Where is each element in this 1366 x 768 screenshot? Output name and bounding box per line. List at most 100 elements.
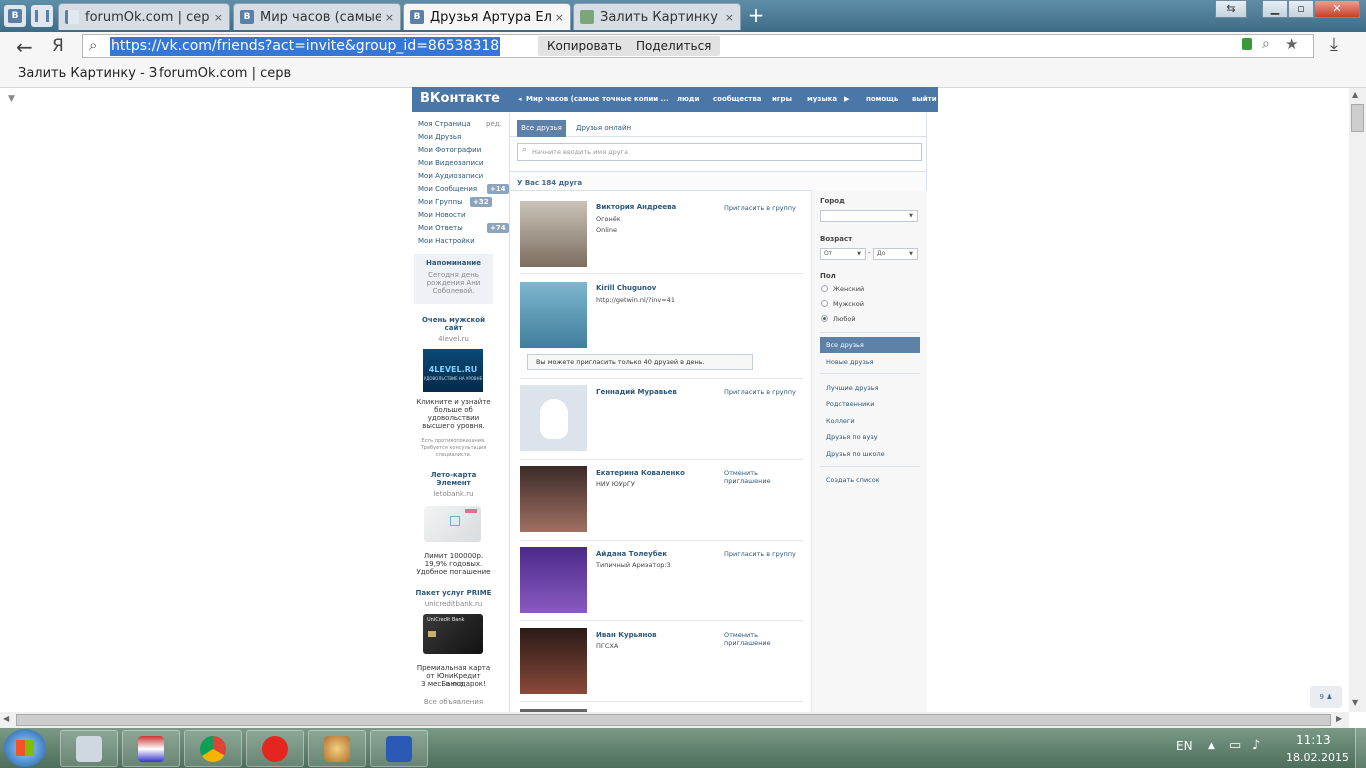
all-ads-link[interactable]: Все объявления bbox=[414, 698, 493, 706]
url-text[interactable]: https://vk.com/friends?act=invite&group_… bbox=[110, 37, 501, 56]
menu-my-settings[interactable]: Мои Настройки bbox=[418, 237, 475, 245]
menu-my-news[interactable]: Мои Новости bbox=[418, 211, 466, 219]
list-relatives[interactable]: Родственники bbox=[826, 400, 874, 408]
menu-my-groups[interactable]: Мои Группы bbox=[418, 198, 463, 206]
new-tab-button[interactable]: + bbox=[746, 5, 766, 26]
list-new-friends[interactable]: Новые друзья bbox=[826, 358, 874, 366]
ad2-banner[interactable] bbox=[424, 506, 481, 542]
ad2-title-2[interactable]: Элемент bbox=[414, 479, 493, 487]
friend-name[interactable]: Иван Курьянов bbox=[596, 631, 657, 639]
tray-expand-icon[interactable]: ▲ bbox=[1208, 741, 1215, 751]
menu-my-messages[interactable]: Мои Сообщения bbox=[418, 185, 477, 193]
friend-name[interactable]: Геннадий Муравьев bbox=[596, 388, 677, 396]
taskbar-word[interactable] bbox=[370, 730, 428, 767]
menu-my-photos[interactable]: Мои Фотографии bbox=[418, 146, 481, 154]
friend-avatar[interactable] bbox=[520, 628, 587, 694]
friend-avatar[interactable] bbox=[520, 201, 587, 267]
scroll-down-icon[interactable]: ▼ bbox=[1352, 698, 1358, 707]
taskbar-chrome[interactable] bbox=[184, 730, 242, 767]
ad3-title[interactable]: Пакет услуг PRIME bbox=[414, 589, 493, 597]
pinned-tab-chart[interactable] bbox=[31, 5, 53, 27]
window-switch-button[interactable]: ⇆ bbox=[1215, 0, 1247, 18]
sex-radio-male[interactable] bbox=[821, 300, 828, 307]
taskbar-paint[interactable] bbox=[308, 730, 366, 767]
clock-date[interactable]: 18.02.2015 bbox=[1286, 751, 1349, 764]
close-icon[interactable]: × bbox=[555, 11, 564, 24]
messages-count-badge[interactable]: +14 bbox=[487, 184, 509, 194]
city-select[interactable]: ▼ bbox=[820, 210, 918, 222]
ad1-domain[interactable]: 4level.ru bbox=[414, 335, 493, 343]
list-best-friends[interactable]: Лучшие друзья bbox=[826, 384, 878, 392]
nav-help[interactable]: помощь bbox=[866, 95, 898, 103]
age-from-select[interactable]: От ▼ bbox=[820, 248, 866, 260]
friend-avatar[interactable] bbox=[520, 547, 587, 613]
vk-logo[interactable]: ВКонтакте bbox=[420, 91, 500, 106]
taskbar-yandex[interactable] bbox=[246, 730, 304, 767]
bookmark-forumok[interactable]: forumOk.com | серв bbox=[159, 66, 291, 81]
ad1-banner[interactable]: 4LEVEL.RU УДОВОЛЬСТВИЕ НА УРОВНЕ bbox=[423, 349, 483, 392]
nav-communities[interactable]: сообщества bbox=[713, 95, 762, 103]
ad2-title-1[interactable]: Лето-карта bbox=[414, 471, 493, 479]
friend-name[interactable]: Kirill Chugunov bbox=[596, 284, 656, 292]
sex-option-male[interactable]: Мужской bbox=[833, 300, 864, 308]
scroll-left-icon[interactable]: ◀ bbox=[3, 714, 9, 723]
play-icon[interactable]: ▸ bbox=[844, 92, 850, 105]
volume-icon[interactable]: ♪ bbox=[1252, 738, 1260, 753]
tab-forumok[interactable]: forumOk.com | серви × bbox=[58, 3, 230, 30]
menu-my-page[interactable]: Моя Страница bbox=[418, 120, 471, 128]
list-colleagues[interactable]: Коллеги bbox=[826, 417, 855, 425]
start-button[interactable] bbox=[4, 729, 46, 767]
cancel-invite-link[interactable]: Отменить приглашение bbox=[724, 631, 774, 647]
close-window-button[interactable]: ✕ bbox=[1314, 0, 1360, 18]
friend-avatar[interactable] bbox=[520, 282, 587, 348]
friend-avatar[interactable] bbox=[520, 385, 587, 451]
invite-to-group-link[interactable]: Пригласить в группу bbox=[724, 204, 796, 212]
friend-name[interactable]: Екатерина Коваленко bbox=[596, 469, 685, 477]
scroll-thumb[interactable] bbox=[1351, 104, 1364, 132]
ad1-title-1[interactable]: Очень мужской bbox=[414, 316, 493, 324]
sex-radio-any[interactable] bbox=[821, 315, 828, 322]
vertical-scrollbar[interactable]: ▲ ▼ bbox=[1349, 88, 1366, 712]
menu-my-answers[interactable]: Мои Ответы bbox=[418, 224, 463, 232]
network-icon[interactable]: ▭ bbox=[1229, 738, 1241, 753]
cancel-invite-link[interactable]: Отменить приглашение bbox=[724, 469, 774, 485]
menu-my-friends[interactable]: Мои Друзья bbox=[418, 133, 461, 141]
tab-upload[interactable]: Залить Картинку - За × bbox=[573, 3, 741, 30]
sex-option-any[interactable]: Любой bbox=[833, 315, 856, 323]
close-icon[interactable]: × bbox=[725, 11, 734, 24]
list-all-friends[interactable]: Все друзья bbox=[826, 341, 864, 349]
groups-count-badge[interactable]: +32 bbox=[470, 197, 492, 207]
ad3-domain[interactable]: unicreditbank.ru bbox=[414, 600, 493, 608]
nav-people[interactable]: люди bbox=[677, 95, 700, 103]
header-group-link[interactable]: Мир часов (самые точные копии ... bbox=[526, 95, 669, 103]
online-counter[interactable]: 9 ♟ bbox=[1310, 686, 1342, 708]
share-button[interactable]: Поделиться bbox=[627, 36, 721, 56]
sex-radio-female[interactable] bbox=[821, 285, 828, 292]
copy-button[interactable]: Копировать bbox=[538, 36, 631, 56]
menu-my-audio[interactable]: Мои Аудиозаписи bbox=[418, 172, 483, 180]
ad3-banner[interactable]: UniCredit Bank bbox=[423, 614, 483, 654]
menu-my-videos[interactable]: Мои Видеозаписи bbox=[418, 159, 483, 167]
show-desktop-button[interactable] bbox=[1355, 728, 1366, 768]
invite-to-group-link[interactable]: Пригласить в группу bbox=[724, 388, 796, 396]
friend-avatar[interactable] bbox=[520, 466, 587, 532]
reminder-line-3[interactable]: Соболевой. bbox=[414, 287, 493, 295]
close-icon[interactable]: × bbox=[385, 11, 394, 24]
list-school-friends[interactable]: Друзья по школе bbox=[826, 450, 885, 458]
reminder-line-2[interactable]: рождения Ани bbox=[414, 279, 493, 287]
header-back-icon[interactable]: ◂ bbox=[518, 95, 522, 103]
sidebar-toggle-icon[interactable]: ▼ bbox=[8, 94, 15, 104]
star-icon[interactable]: ★ bbox=[1285, 35, 1298, 53]
friend-name[interactable]: Виктория Андреева bbox=[596, 203, 676, 211]
nav-music[interactable]: музыка bbox=[807, 95, 837, 103]
minimize-button[interactable]: ▁ bbox=[1262, 0, 1288, 18]
invite-to-group-link[interactable]: Пригласить в группу bbox=[724, 550, 796, 558]
maximize-button[interactable]: ▫ bbox=[1288, 0, 1314, 18]
scroll-right-icon[interactable]: ▶ bbox=[1336, 714, 1342, 723]
pinned-tab-vk[interactable]: В bbox=[4, 5, 26, 27]
answers-count-badge[interactable]: +74 bbox=[487, 223, 509, 233]
tab-friends[interactable]: В Друзья Артура Ёлкин × bbox=[403, 3, 571, 30]
download-icon[interactable]: ⤓ bbox=[1330, 34, 1338, 55]
horizontal-scrollbar[interactable]: ◀ ▶ bbox=[0, 712, 1349, 728]
ad1-title-2[interactable]: сайт bbox=[414, 324, 493, 332]
